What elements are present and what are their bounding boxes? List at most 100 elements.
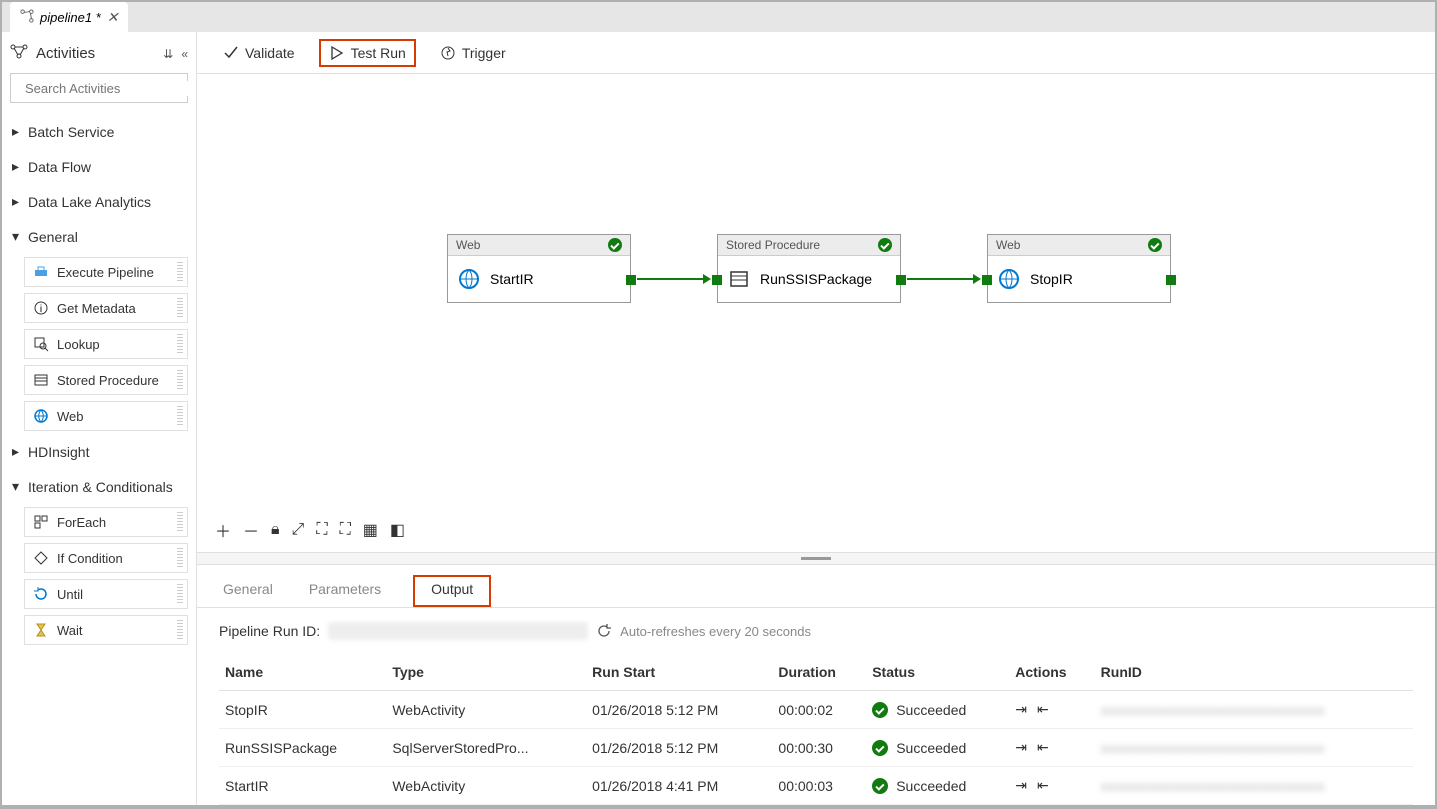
zoom-out-icon[interactable]: － [243,518,259,542]
activity-execute-pipeline[interactable]: Execute Pipeline [24,257,188,287]
column-name[interactable]: Name [219,654,386,691]
input-action-icon[interactable]: ⇥ [1015,739,1027,756]
activity-icon [33,550,49,566]
activity-stored-procedure[interactable]: Stored Procedure [24,365,188,395]
toggle-sidebar-icon[interactable]: « [181,47,188,61]
activity-web[interactable]: Web [24,401,188,431]
drag-grip-icon [177,584,183,604]
output-row: StartIR WebActivity 01/26/2018 4:41 PM 0… [219,767,1413,805]
activities-icon [10,42,28,65]
sidebar-group-hdinsight[interactable]: ▸HDInsight [10,437,188,466]
output-action-icon[interactable]: ⇤ [1037,701,1049,718]
drag-grip-icon [177,620,183,640]
bottom-panel: General Parameters Output Pipeline Run I… [197,552,1435,805]
search-activities[interactable] [10,73,188,103]
arrow-icon [973,274,981,284]
pipeline-canvas[interactable]: ＋ － 🔒︎ ⤢ ⛶ ⛶ ▦ ◧ Web StartIR Stored Proc… [197,74,1435,552]
status-ok-icon [608,238,622,252]
panel-resize-handle[interactable] [197,553,1435,565]
activity-icon [33,372,49,388]
run-id-label: Pipeline Run ID: [219,623,320,639]
node-type-icon [458,268,480,290]
test-run-button[interactable]: Test Run [319,39,416,67]
run-id-cell: xxxxxxxxxxxxxxxxxxxxxxxxxxxxxxxx [1101,740,1325,756]
auto-refresh-label: Auto-refreshes every 20 seconds [620,624,811,639]
success-icon [872,702,888,718]
column-run-start[interactable]: Run Start [586,654,772,691]
svg-text:i: i [40,304,42,315]
zoom-in-icon[interactable]: ＋ [215,518,231,542]
output-port[interactable] [896,275,906,285]
zoom-100-icon[interactable]: ⛶ [316,521,327,539]
sidebar-group-general[interactable]: ▾General [10,222,188,251]
sidebar-group-data-flow[interactable]: ▸Data Flow [10,152,188,181]
activity-if-condition[interactable]: If Condition [24,543,188,573]
fullscreen-icon[interactable]: ⛶ [340,521,351,539]
trigger-button[interactable]: Trigger [434,41,512,65]
run-id-cell: xxxxxxxxxxxxxxxxxxxxxxxxxxxxxxxx [1101,702,1325,718]
output-action-icon[interactable]: ⇤ [1037,739,1049,756]
column-actions[interactable]: Actions [1009,654,1094,691]
pipeline-toolbar: Validate Test Run Trigger [197,32,1435,74]
column-runid[interactable]: RunID [1095,654,1413,691]
close-icon[interactable]: ✕ [107,9,119,26]
sidebar-group-iteration-conditionals[interactable]: ▾Iteration & Conditionals [10,472,188,501]
tab-general[interactable]: General [219,575,277,607]
layout-icon[interactable]: ◧ [390,520,405,540]
drag-grip-icon [177,370,183,390]
node-startir[interactable]: Web StartIR [447,234,631,303]
drag-grip-icon [177,512,183,532]
connector[interactable] [637,278,703,280]
output-action-icon[interactable]: ⇤ [1037,777,1049,794]
tab-parameters[interactable]: Parameters [305,575,385,607]
output-row: StopIR WebActivity 01/26/2018 5:12 PM 00… [219,691,1413,729]
validate-button[interactable]: Validate [217,41,301,65]
activity-icon [33,514,49,530]
activity-get-metadata[interactable]: iGet Metadata [24,293,188,323]
node-stopir[interactable]: Web StopIR [987,234,1171,303]
activity-foreach[interactable]: ForEach [24,507,188,537]
drag-grip-icon [177,334,183,354]
input-action-icon[interactable]: ⇥ [1015,701,1027,718]
output-port[interactable] [626,275,636,285]
collapse-all-icon[interactable]: ⇊ [163,47,173,61]
input-action-icon[interactable]: ⇥ [1015,777,1027,794]
output-table: NameTypeRun StartDurationStatusActionsRu… [219,654,1413,805]
success-icon [872,740,888,756]
column-type[interactable]: Type [386,654,586,691]
tab-pipeline[interactable]: pipeline1 * ✕ [10,2,128,32]
activity-until[interactable]: Until [24,579,188,609]
pipeline-icon [20,9,34,26]
search-input[interactable] [25,81,197,96]
tab-title: pipeline1 * [40,10,101,25]
column-duration[interactable]: Duration [772,654,866,691]
panel-tabs: General Parameters Output [197,565,1435,608]
drag-grip-icon [177,406,183,426]
activity-icon [33,264,49,280]
status-ok-icon [1148,238,1162,252]
tab-bar: pipeline1 * ✕ [2,2,1435,32]
activity-lookup[interactable]: Lookup [24,329,188,359]
tab-output[interactable]: Output [413,575,491,607]
status-ok-icon [878,238,892,252]
run-id-cell: xxxxxxxxxxxxxxxxxxxxxxxxxxxxxxxx [1101,778,1325,794]
column-status[interactable]: Status [866,654,1009,691]
activity-icon: i [33,300,49,316]
node-type-icon [998,268,1020,290]
input-port[interactable] [982,275,992,285]
activity-wait[interactable]: Wait [24,615,188,645]
node-runssispackage[interactable]: Stored Procedure RunSSISPackage [717,234,901,303]
input-port[interactable] [712,275,722,285]
sidebar-group-data-lake-analytics[interactable]: ▸Data Lake Analytics [10,187,188,216]
trigger-icon [440,45,456,61]
drag-grip-icon [177,262,183,282]
activity-icon [33,336,49,352]
sidebar-group-batch-service[interactable]: ▸Batch Service [10,117,188,146]
connector[interactable] [907,278,973,280]
align-icon[interactable]: ▦ [363,520,378,540]
output-port[interactable] [1166,275,1176,285]
refresh-icon[interactable] [596,623,612,639]
lock-icon[interactable]: 🔒︎ [271,521,280,539]
fit-icon[interactable]: ⤢ [292,521,305,539]
sidebar-title: Activities [36,45,155,62]
